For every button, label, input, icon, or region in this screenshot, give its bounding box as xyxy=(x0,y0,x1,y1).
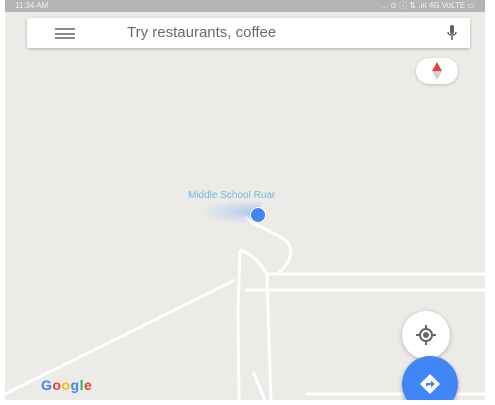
phone-screen: 11:34 AM ... ⊙ ⓘ ⇅ .ııl 4G VoLTE ▭ Middl… xyxy=(5,0,485,400)
mic-icon[interactable] xyxy=(446,25,458,41)
directions-icon xyxy=(420,374,440,394)
status-bar: 11:34 AM ... ⊙ ⓘ ⇅ .ııl 4G VoLTE ▭ xyxy=(5,0,485,12)
place-label[interactable]: Middle School Ruar xyxy=(188,190,275,201)
google-logo-letter: e xyxy=(83,377,93,393)
menu-icon[interactable] xyxy=(55,28,75,39)
my-location-button[interactable] xyxy=(402,311,450,359)
my-location-icon xyxy=(416,325,436,345)
google-logo: Google xyxy=(41,377,92,393)
google-logo-letter: g xyxy=(70,377,80,393)
search-input[interactable]: Try restaurants, coffee xyxy=(127,24,276,41)
compass-button[interactable] xyxy=(416,58,458,84)
compass-icon xyxy=(432,62,442,80)
search-bar[interactable]: Try restaurants, coffee xyxy=(27,18,470,48)
google-logo-letter: G xyxy=(41,377,53,393)
status-indicators: ... ⊙ ⓘ ⇅ .ııl 4G VoLTE ▭ xyxy=(381,1,475,10)
google-logo-letter: o xyxy=(52,377,62,393)
status-time: 11:34 AM xyxy=(15,1,49,10)
current-location-dot[interactable] xyxy=(250,207,266,223)
google-logo-letter: o xyxy=(61,377,71,393)
